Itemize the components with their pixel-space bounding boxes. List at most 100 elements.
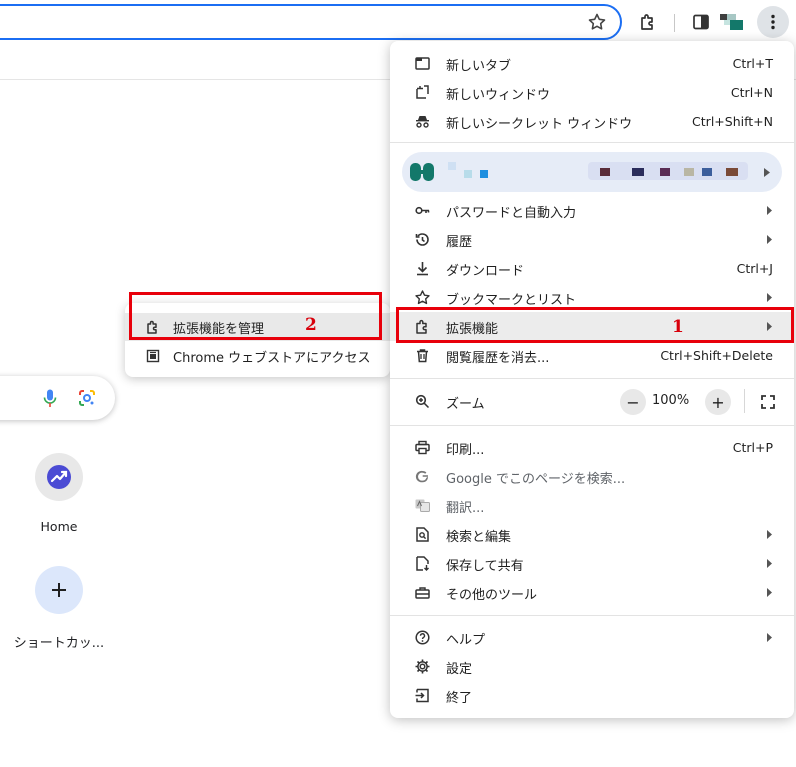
zoom-in-button[interactable]: + [705,389,731,415]
menu-label: 閲覧履歴を消去... [446,351,550,366]
exit-item[interactable]: 終了 [390,681,794,710]
toolbox-icon [415,587,430,599]
google-icon [415,470,428,483]
save-share-icon [416,556,429,571]
menu-separator [390,425,794,426]
shortcut-label: ショートカッ... [13,636,105,651]
menu-label: ブックマークとリスト [446,293,577,308]
save-and-share-item[interactable]: 保存して共有 [390,549,794,578]
bookmark-star-icon[interactable] [587,12,607,32]
ntp-search-box[interactable] [0,376,115,420]
profile-avatar-icon[interactable] [718,8,746,36]
chevron-right-icon [767,206,772,215]
profile-row[interactable] [402,152,782,192]
zoom-level: 100% [652,393,690,408]
chrome-web-store-item[interactable]: Chrome ウェブストアにアクセス [125,342,390,370]
google-lens-icon[interactable] [77,388,97,408]
menu-shortcut: Ctrl+Shift+N [692,114,773,129]
browser-window: Home ショートカッ... 拡張機能を管理 Chrome ウェブストアにアクセ… [0,0,796,767]
passwords-item[interactable]: パスワードと自動入力 [390,196,794,225]
gear-icon [415,659,430,674]
annotation-box-1 [396,307,794,343]
shortcut-tile-home[interactable]: Home [9,453,109,534]
side-panel-icon[interactable] [687,8,715,36]
star-icon [415,290,430,305]
settings-item[interactable]: 設定 [390,652,794,681]
annotation-marker-1: 1 [672,317,684,337]
menu-label: 新しいシークレット ウィンドウ [446,117,633,132]
chrome-menu-button[interactable] [757,6,789,38]
menu-label: 新しいウィンドウ [446,88,551,103]
download-icon [417,262,428,276]
incognito-item[interactable]: 新しいシークレット ウィンドウ Ctrl+Shift+N [390,107,794,136]
menu-label: 終了 [446,691,473,706]
menu-label: 設定 [446,662,473,677]
print-item[interactable]: 印刷... Ctrl+P [390,433,794,462]
menu-separator [390,378,794,379]
chevron-right-icon [764,168,770,177]
annotation-marker-2: 2 [305,315,317,335]
menu-shortcut: Ctrl+P [732,440,773,455]
help-icon [415,630,430,645]
extensions-puzzle-icon[interactable] [634,8,662,36]
shortcut-tile-add[interactable]: ショートカッ... [9,566,109,651]
webstore-icon [146,349,160,363]
fullscreen-icon [761,395,775,409]
trend-icon [35,453,83,501]
zoom-out-button[interactable]: − [620,389,646,415]
chevron-right-icon [767,530,772,539]
zoom-row: ズーム [390,387,794,416]
menu-shortcut: Ctrl+Shift+Delete [660,348,773,363]
menu-shortcut: Ctrl+T [732,56,773,71]
chrome-main-menu: 新しいタブ Ctrl+T 新しいウィンドウ Ctrl+N 新しいシークレット ウ… [390,41,794,718]
menu-label: ズーム [446,397,485,412]
annotation-box-2 [129,292,382,340]
chevron-right-icon [767,235,772,244]
trash-icon [417,349,428,363]
menu-shortcut: Ctrl+J [736,261,773,276]
profile-avatar-icon [410,163,434,181]
translate-item[interactable]: 翻訳... [390,491,794,520]
find-and-edit-item[interactable]: 検索と編集 [390,520,794,549]
menu-shortcut: Ctrl+N [730,85,773,100]
chevron-right-icon [767,559,772,568]
chevron-right-icon [767,633,772,642]
new-window-icon [416,85,429,99]
new-window-item[interactable]: 新しいウィンドウ Ctrl+N [390,78,794,107]
chevron-right-icon [767,588,772,597]
zoom-icon [415,394,430,409]
menu-label: 新しいタブ [446,59,512,74]
search-page-with-google-item[interactable]: Google でこのページを検索... [390,462,794,491]
menu-label: 印刷... [446,443,485,458]
translate-icon [415,499,430,512]
menu-label: その他のツール [446,588,538,603]
menu-separator [390,615,794,616]
toolbar-divider [674,14,675,32]
menu-label: ヘルプ [446,633,486,648]
submenu-label: Chrome ウェブストアにアクセス [173,350,371,366]
menu-separator [390,142,794,143]
menu-label: 検索と編集 [446,530,512,545]
menu-label: パスワードと自動入力 [446,206,577,221]
chevron-right-icon [767,293,772,302]
fullscreen-button[interactable] [755,389,781,415]
shortcut-label: Home [40,519,78,534]
menu-label: ダウンロード [446,264,525,279]
help-item[interactable]: ヘルプ [390,623,794,652]
search-doc-icon [416,527,429,542]
menu-label: 保存して共有 [446,559,524,574]
menu-label: 翻訳... [446,501,485,516]
clear-browsing-data-item[interactable]: 閲覧履歴を消去... Ctrl+Shift+Delete [390,341,794,370]
plus-icon [35,566,83,614]
incognito-icon [416,116,429,128]
zoom-divider [744,389,745,413]
address-bar[interactable] [0,4,622,40]
downloads-item[interactable]: ダウンロード Ctrl+J [390,254,794,283]
more-tools-item[interactable]: その他のツール [390,578,794,607]
voice-search-icon[interactable] [40,388,60,408]
history-item[interactable]: 履歴 [390,225,794,254]
menu-label: Google でこのページを検索... [446,472,626,487]
more-vert-icon [771,14,775,30]
new-tab-icon [415,57,430,70]
new-tab-item[interactable]: 新しいタブ Ctrl+T [390,49,794,78]
